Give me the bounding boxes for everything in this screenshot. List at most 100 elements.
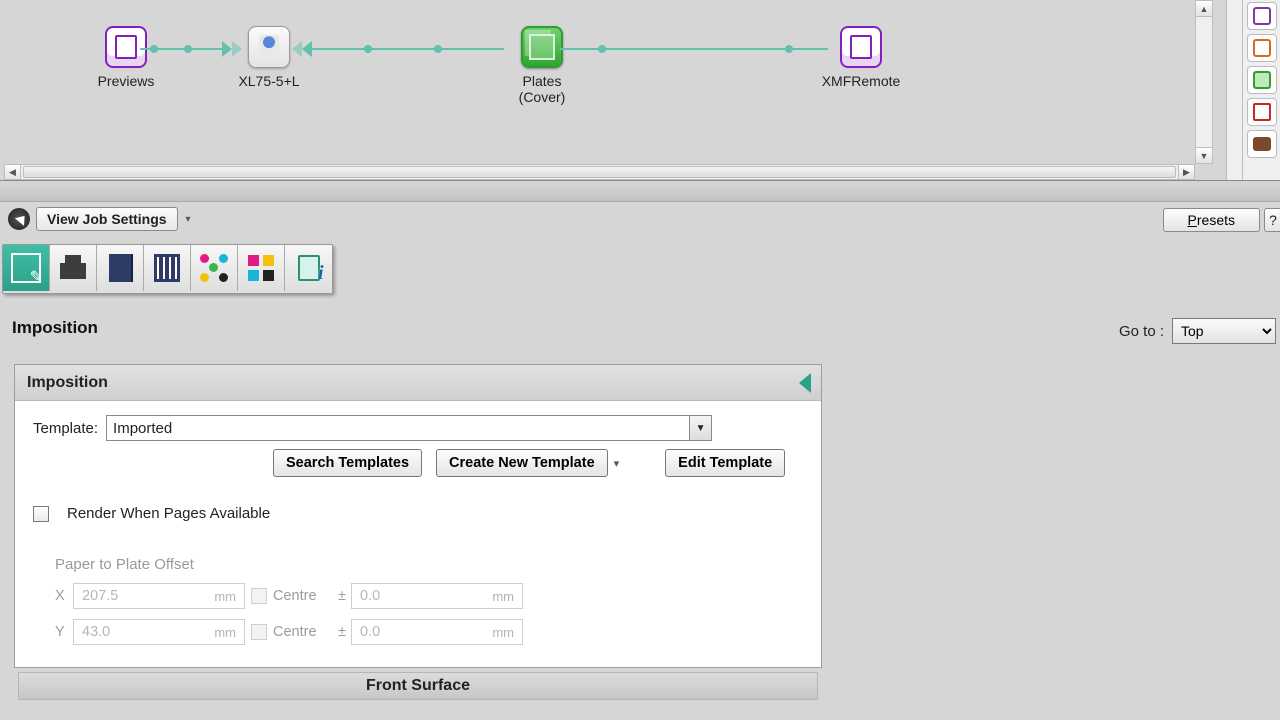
offset-x-unit: mm	[214, 589, 236, 604]
offset-y-value: 43.0	[82, 624, 110, 640]
scroll-up-icon[interactable]: ▲	[1196, 1, 1212, 17]
separations-icon	[200, 254, 228, 282]
template-label: Template:	[33, 420, 98, 437]
toolbar-info[interactable]	[285, 245, 332, 291]
palette-icon-2	[1253, 39, 1271, 57]
toolbar-print[interactable]	[50, 245, 97, 291]
palette-item-1[interactable]	[1247, 2, 1277, 30]
pm-y-unit: mm	[492, 625, 514, 640]
presets-button[interactable]: Presets	[1163, 208, 1260, 232]
paper-plate-offset-title: Paper to Plate Offset	[55, 556, 803, 573]
connector-plates-press	[304, 48, 504, 50]
pm-x-value: 0.0	[360, 588, 380, 604]
scroll-down-icon[interactable]: ▼	[1196, 147, 1212, 163]
scroll-left-icon[interactable]: ◀	[5, 165, 21, 179]
presets-rest: resets	[1197, 212, 1235, 228]
offset-grid: X 207.5 mm Centre ± 0.0 mm Y 43.0 mm Centre…	[55, 583, 803, 645]
create-template-button[interactable]: Create New Template	[436, 449, 608, 477]
right-palette	[1226, 0, 1280, 180]
search-templates-label: Search Templates	[286, 455, 409, 471]
plates-label-2: (Cover)	[502, 89, 582, 105]
search-templates-button[interactable]: Search Templates	[273, 449, 422, 477]
press-label: XL75-5+L	[229, 73, 309, 89]
goto-control: Go to : Top	[1119, 318, 1276, 344]
page-title: Imposition	[12, 318, 98, 338]
palette-icon-1	[1253, 7, 1271, 25]
workflow-node-previews[interactable]: Previews	[86, 26, 166, 89]
view-job-settings-label: View Job Settings	[47, 211, 167, 227]
connector-plates-remote	[560, 48, 828, 50]
palette-item-5[interactable]	[1247, 130, 1277, 158]
palette-vscrollbar[interactable]	[1227, 0, 1243, 180]
nav-round-button[interactable]	[8, 208, 30, 230]
workflow-node-press[interactable]: XL75-5+L	[229, 26, 309, 89]
workflow-hscrollbar[interactable]: ◀ ▶	[4, 164, 1195, 180]
presets-mnemonic: P	[1188, 212, 1197, 228]
pm-x-input[interactable]: 0.0 mm	[351, 583, 523, 609]
offset-x-value: 207.5	[82, 588, 118, 604]
view-job-settings-caret-icon[interactable]: ▾	[186, 214, 191, 225]
ruler-icon	[154, 254, 180, 282]
template-value: Imported	[113, 420, 172, 437]
remote-label: XMFRemote	[816, 73, 906, 89]
centre-x-checkbox[interactable]	[251, 588, 267, 604]
pm-x-label: ±	[333, 588, 351, 604]
pm-y-input[interactable]: 0.0 mm	[351, 619, 523, 645]
color-grid-icon	[248, 255, 274, 281]
previews-icon	[105, 26, 147, 68]
palette-icon-5	[1253, 137, 1271, 151]
offset-x-label: X	[55, 588, 73, 604]
create-template-caret-icon[interactable]: ▾	[614, 457, 620, 470]
imposition-icon	[11, 253, 41, 283]
workflow-area: Previews XL75-5+L Plates (Cover) XMFRemo…	[0, 0, 1280, 180]
workflow-node-plates[interactable]: Plates (Cover)	[502, 26, 582, 105]
press-icon	[248, 26, 290, 68]
imposition-panel-header[interactable]: Imposition	[15, 365, 821, 401]
workflow-vscrollbar[interactable]: ▲ ▼	[1195, 0, 1213, 164]
workflow-node-remote[interactable]: XMFRemote	[816, 26, 906, 89]
info-icon	[298, 255, 320, 281]
settings-bar: View Job Settings ▾ Presets ?	[0, 202, 1280, 236]
template-dropdown-icon[interactable]: ▼	[689, 416, 711, 440]
template-combobox[interactable]: Imported ▼	[106, 415, 712, 441]
help-button[interactable]: ?	[1264, 208, 1280, 232]
toolbar-imposition[interactable]	[3, 245, 50, 291]
offset-x-input[interactable]: 207.5 mm	[73, 583, 245, 609]
collapse-left-icon[interactable]	[799, 373, 811, 393]
pm-x-unit: mm	[492, 589, 514, 604]
printer-icon	[58, 253, 88, 283]
scroll-right-icon[interactable]: ▶	[1178, 165, 1194, 179]
book-icon	[109, 254, 131, 282]
workflow-canvas[interactable]: Previews XL75-5+L Plates (Cover) XMFRemo…	[4, 0, 1209, 162]
offset-y-input[interactable]: 43.0 mm	[73, 619, 245, 645]
toolbar-colorgrid[interactable]	[238, 245, 285, 291]
offset-y-unit: mm	[214, 625, 236, 640]
goto-select[interactable]: Top	[1172, 318, 1276, 344]
edit-template-button[interactable]: Edit Template	[665, 449, 785, 477]
edit-template-label: Edit Template	[678, 455, 772, 471]
offset-y-label: Y	[55, 624, 73, 640]
centre-y-label: Centre	[273, 624, 333, 640]
palette-item-2[interactable]	[1247, 34, 1277, 62]
hscroll-thumb[interactable]	[23, 166, 1176, 178]
pm-y-label: ±	[333, 624, 351, 640]
toolbar-book[interactable]	[97, 245, 144, 291]
pm-y-value: 0.0	[360, 624, 380, 640]
render-when-pages-checkbox[interactable]	[33, 506, 49, 522]
plates-icon	[521, 26, 563, 68]
centre-x-label: Centre	[273, 588, 333, 604]
view-job-settings-button[interactable]: View Job Settings	[36, 207, 178, 231]
centre-y-checkbox[interactable]	[251, 624, 267, 640]
connector-previews-press	[140, 48, 230, 50]
create-template-label: Create New Template	[449, 455, 595, 471]
imposition-panel: Imposition Template: Imported ▼ Search T…	[14, 364, 822, 668]
toolbar-separations[interactable]	[191, 245, 238, 291]
palette-icon-3	[1253, 71, 1271, 89]
toolbar-ruler[interactable]	[144, 245, 191, 291]
remote-icon	[840, 26, 882, 68]
front-surface-header[interactable]: Front Surface	[18, 672, 818, 700]
job-toolbar	[2, 244, 333, 294]
palette-item-4[interactable]	[1247, 98, 1277, 126]
palette-item-3[interactable]	[1247, 66, 1277, 94]
front-surface-label: Front Surface	[366, 677, 470, 695]
